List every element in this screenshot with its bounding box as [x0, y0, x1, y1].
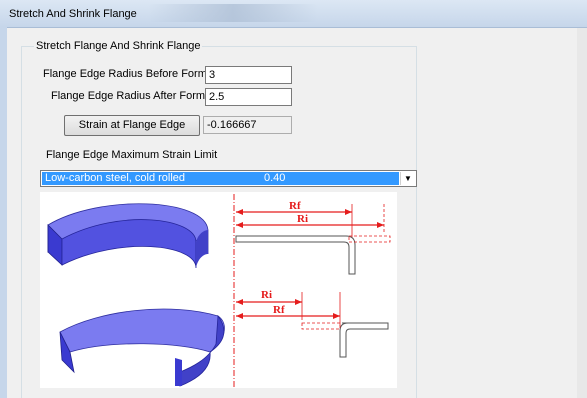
- rf-bottom-label: Rf: [273, 304, 285, 316]
- selected-strain-value: 0.40: [264, 172, 286, 184]
- flange-diagram-svg: Rf Ri Ri Rf: [47, 194, 391, 388]
- ri-bottom-label: Ri: [261, 289, 272, 301]
- ri-input[interactable]: [205, 66, 292, 84]
- selected-material: Low-carbon steel, cold rolled: [45, 172, 186, 184]
- title-bar-glass: [148, 4, 318, 22]
- window-frame: [0, 27, 7, 398]
- window-right-edge: [577, 28, 587, 398]
- material-select[interactable]: Low-carbon steel, cold rolled 0.40 ▼: [40, 170, 417, 187]
- stretch-flange-part-icon: [47, 203, 209, 269]
- stretch-profile: [235, 235, 356, 275]
- ri-top-label: Ri: [297, 213, 308, 225]
- strain-limit-label: Flange Edge Maximum Strain Limit: [46, 149, 218, 161]
- rf-top-label: Rf: [289, 200, 301, 212]
- strain-button[interactable]: Strain at Flange Edge: [64, 115, 200, 136]
- chevron-down-icon[interactable]: ▼: [400, 172, 415, 185]
- selected-option: Low-carbon steel, cold rolled 0.40: [42, 172, 399, 185]
- flange-diagram: Rf Ri Ri Rf: [40, 192, 397, 388]
- strain-result-field: -0.166667: [203, 116, 292, 134]
- shrink-profile: [339, 322, 389, 358]
- shrink-flange-part-icon: [59, 308, 225, 387]
- title-bar: Stretch And Shrink Flange: [0, 0, 587, 28]
- group-title: Stretch Flange And Shrink Flange: [34, 40, 203, 52]
- rf-input[interactable]: [205, 88, 292, 106]
- window-title: Stretch And Shrink Flange: [9, 8, 137, 20]
